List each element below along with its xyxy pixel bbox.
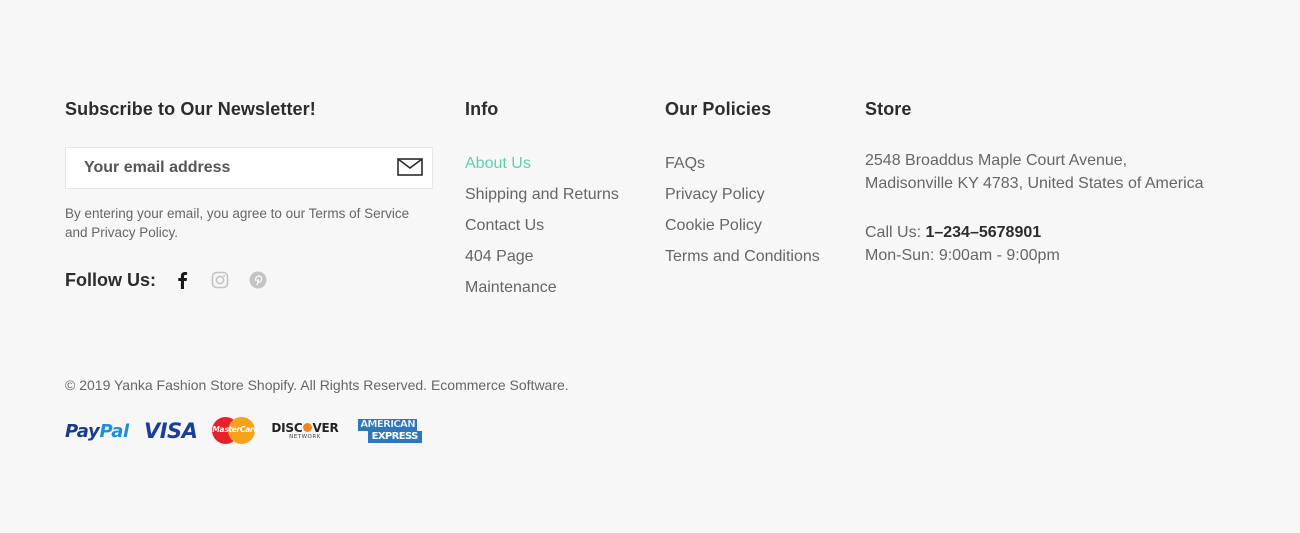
store-column: Store 2548 Broaddus Maple Court Avenue, … (865, 98, 1245, 267)
store-address: 2548 Broaddus Maple Court Avenue, Madiso… (865, 149, 1245, 195)
instagram-icon (211, 271, 229, 289)
visa-icon: VISA (143, 419, 198, 443)
policies-links: FAQs Privacy Policy Cookie Policy Terms … (665, 148, 855, 272)
footer-top: Subscribe to Our Newsletter! By entering… (65, 98, 1245, 298)
subscribe-button[interactable] (396, 156, 424, 180)
policies-column: Our Policies FAQs Privacy Policy Cookie … (665, 98, 855, 272)
paypal-icon: Pay Pal (65, 421, 129, 442)
info-link-contact-us[interactable]: Contact Us (465, 210, 645, 241)
phone-number[interactable]: 1–234–5678901 (925, 224, 1041, 241)
pinterest-link[interactable] (246, 268, 270, 292)
info-link-404-page[interactable]: 404 Page (465, 241, 645, 272)
follow-us: Follow Us: (65, 268, 284, 292)
discover-dot (302, 422, 312, 432)
store-contact: Call Us: 1–234–5678901 Mon-Sun: 9:00am -… (865, 221, 1245, 267)
copyright-text: © 2019 Yanka Fashion Store Shopify. All … (65, 377, 569, 393)
info-column: Info About Us Shipping and Returns Conta… (465, 98, 645, 303)
newsletter-title: Subscribe to Our Newsletter! (65, 99, 316, 119)
amex-line-2: EXPRESS (367, 431, 422, 443)
mastercard-text: MasterCard (212, 425, 259, 434)
newsletter-column: Subscribe to Our Newsletter! By entering… (65, 98, 435, 290)
email-input[interactable] (66, 148, 386, 188)
facebook-icon (178, 272, 188, 289)
address-line-2: Madisonville KY 4783, United States of A… (865, 175, 1204, 192)
policies-title: Our Policies (665, 99, 772, 119)
amex-line-1: AMERICAN (358, 419, 417, 431)
info-link-about-us[interactable]: About Us (465, 148, 645, 179)
info-link-shipping-returns[interactable]: Shipping and Returns (465, 179, 645, 210)
policy-link-faqs[interactable]: FAQs (665, 148, 855, 179)
discover-text-left: DISC (271, 420, 303, 435)
amex-icon: AMERICAN EXPRESS (354, 419, 422, 443)
instagram-link[interactable] (208, 268, 232, 292)
mastercard-icon: MasterCard (212, 417, 259, 445)
info-title: Info (465, 99, 499, 119)
policy-link-terms[interactable]: Terms and Conditions (665, 241, 855, 272)
policy-link-privacy[interactable]: Privacy Policy (665, 179, 855, 210)
newsletter-note: By entering your email, you agree to our… (65, 206, 410, 240)
newsletter-form (65, 147, 433, 189)
info-links: About Us Shipping and Returns Contact Us… (465, 148, 645, 303)
discover-subtext: NETWORK (289, 433, 321, 440)
store-title: Store (865, 99, 912, 119)
discover-icon: DISC VER NETWORK (271, 422, 338, 441)
info-link-maintenance[interactable]: Maintenance (465, 272, 645, 303)
payment-methods: Pay Pal VISA MasterCard DISC VER NETWORK A… (65, 416, 437, 446)
policy-link-cookie[interactable]: Cookie Policy (665, 210, 855, 241)
discover-text-right: VER (312, 420, 339, 435)
pinterest-icon (249, 271, 267, 289)
address-line-1: 2548 Broaddus Maple Court Avenue, (865, 152, 1128, 169)
discover-wordmark: DISC VER (271, 422, 338, 434)
envelope-icon (397, 157, 423, 176)
paypal-text-pay: Pay (65, 420, 100, 442)
call-label: Call Us: (865, 224, 926, 241)
follow-label: Follow Us: (65, 269, 156, 290)
facebook-link[interactable] (170, 268, 194, 292)
paypal-text-pal: Pal (99, 420, 129, 442)
store-hours: Mon-Sun: 9:00am - 9:00pm (865, 247, 1060, 264)
